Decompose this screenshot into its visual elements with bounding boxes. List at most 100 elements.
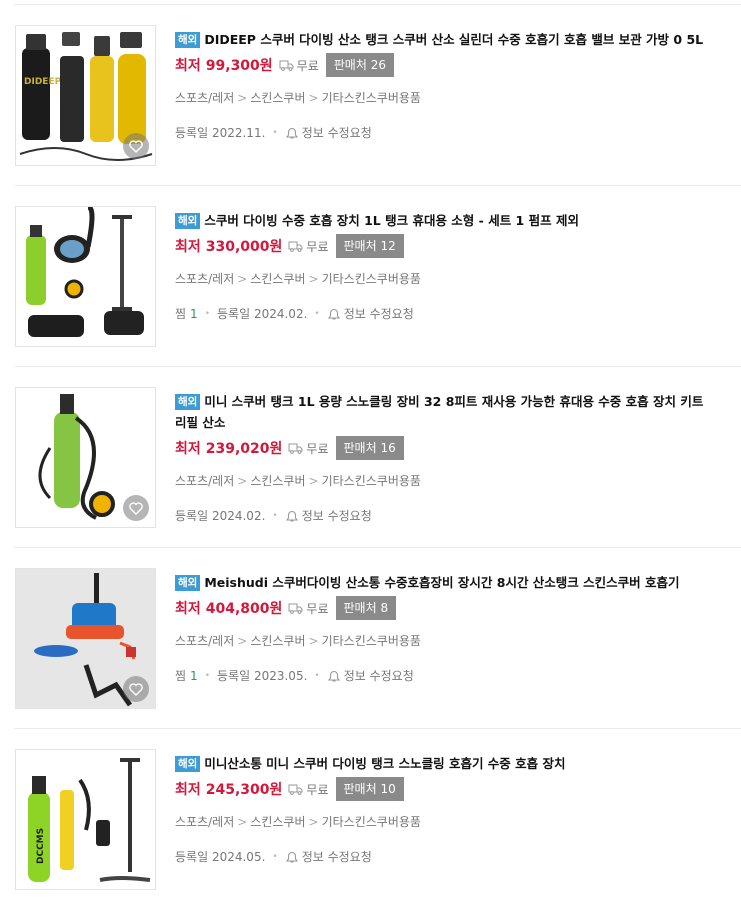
category-link[interactable]: 스포츠/레저 <box>175 634 234 648</box>
product-price[interactable]: 330,000원 <box>206 236 283 256</box>
bell-icon <box>285 127 298 139</box>
product-thumbnail[interactable] <box>15 387 156 528</box>
product-meta: 등록일 2022.11. • 정보 수정요청 <box>175 125 713 141</box>
lowest-price-label: 최저 <box>175 601 201 617</box>
meta-separator: • <box>272 511 278 521</box>
zzim-count: 1 <box>190 669 198 683</box>
category-link[interactable]: 기타스킨스쿠버용품 <box>322 815 421 829</box>
product-image: DCCMS <box>28 758 151 882</box>
info-edit-request[interactable]: 정보 수정요청 <box>285 508 372 524</box>
wishlist-button[interactable] <box>123 133 149 159</box>
category-link[interactable]: 기타스킨스쿠버용품 <box>322 474 421 488</box>
product-title[interactable]: 해외 Meishudi 스쿠버다이빙 산소통 수중호흡장비 장시간 8시간 산소탱… <box>175 572 713 593</box>
product-thumbnail[interactable]: DCCMS <box>15 749 156 890</box>
breadcrumb-separator: > <box>237 91 248 105</box>
price-row: 최저 330,000원 무료 판매처 12 <box>175 234 713 258</box>
info-edit-request[interactable]: 정보 수정요청 <box>285 849 372 865</box>
product-price[interactable]: 404,800원 <box>206 598 283 618</box>
overseas-badge: 해외 <box>175 213 201 229</box>
wishlist-button[interactable] <box>123 495 149 521</box>
registered-label: 등록일 <box>217 307 251 321</box>
breadcrumb-separator: > <box>237 272 248 286</box>
lowest-price-label: 최저 <box>175 58 201 74</box>
product-title[interactable]: 해외 DIDEEP 스쿠버 다이빙 산소 탱크 스쿠버 산소 실린더 수중 호흡기… <box>175 29 713 50</box>
meta-separator: • <box>314 671 320 681</box>
shipping-info: 무료 <box>279 57 319 74</box>
category-link[interactable]: 스포츠/레저 <box>175 815 234 829</box>
seller-count-button[interactable]: 판매처 12 <box>335 234 404 258</box>
truck-icon <box>288 241 303 252</box>
info-edit-request[interactable]: 정보 수정요청 <box>327 668 414 684</box>
breadcrumb-separator: > <box>308 815 319 829</box>
product-meta: 등록일 2024.05. • 정보 수정요청 <box>175 849 713 865</box>
truck-icon <box>279 60 294 71</box>
product-thumbnail[interactable] <box>15 206 156 347</box>
wishlist-button[interactable] <box>123 676 149 702</box>
category-link[interactable]: 스포츠/레저 <box>175 474 234 488</box>
product-price[interactable]: 245,300원 <box>206 779 283 799</box>
registered-date: 2024.02. <box>253 307 308 321</box>
registered-date: 2024.02. <box>211 509 266 523</box>
category-link[interactable]: 스킨스쿠버 <box>250 91 305 105</box>
free-shipping-label: 무료 <box>306 782 329 797</box>
product-title-text[interactable]: 스쿠버 다이빙 수중 호흡 장치 1L 탱크 휴대용 소형 - 세트 1 펌프 … <box>204 213 579 228</box>
product-title[interactable]: 해외 스쿠버 다이빙 수중 호흡 장치 1L 탱크 휴대용 소형 - 세트 1 펌… <box>175 210 713 231</box>
seller-count-button[interactable]: 판매처 8 <box>335 596 397 620</box>
bell-icon <box>285 851 298 863</box>
product-thumbnail[interactable] <box>15 568 156 709</box>
seller-count-button[interactable]: 판매처 10 <box>335 777 404 801</box>
category-link[interactable]: 기타스킨스쿠버용품 <box>322 272 421 286</box>
product-title-text[interactable]: 미니산소통 미니 스쿠버 다이빙 탱크 스노클링 호흡기 수중 호흡 장치 <box>204 756 565 771</box>
zzim-label[interactable]: 찜 <box>175 306 186 322</box>
seller-count-button[interactable]: 판매처 26 <box>325 53 394 77</box>
product-info: 해외 미니산소통 미니 스쿠버 다이빙 탱크 스노클링 호흡기 수중 호흡 장치 … <box>175 753 713 865</box>
category-link[interactable]: 스킨스쿠버 <box>250 815 305 829</box>
category-link[interactable]: 스킨스쿠버 <box>250 474 305 488</box>
category-link[interactable]: 기타스킨스쿠버용품 <box>322 91 421 105</box>
product-title-text[interactable]: Meishudi 스쿠버다이빙 산소통 수중호흡장비 장시간 8시간 산소탱크 … <box>204 575 679 590</box>
info-edit-request[interactable]: 정보 수정요청 <box>327 306 414 322</box>
info-edit-request[interactable]: 정보 수정요청 <box>285 125 372 141</box>
category-link[interactable]: 스포츠/레저 <box>175 91 234 105</box>
category-link[interactable]: 스포츠/레저 <box>175 272 234 286</box>
truck-icon <box>288 603 303 614</box>
product-price[interactable]: 239,020원 <box>206 438 283 458</box>
registered-date: 2022.11. <box>211 126 266 140</box>
price-row: 최저 99,300원 무료 판매처 26 <box>175 53 713 77</box>
product-info: 해외 미니 스쿠버 탱크 1L 용량 스노클링 장비 32 8피트 재사용 가능한… <box>175 391 713 524</box>
info-edit-label: 정보 수정요청 <box>301 850 372 864</box>
bell-icon <box>285 510 298 522</box>
info-edit-label: 정보 수정요청 <box>301 126 372 140</box>
free-shipping-label: 무료 <box>306 239 329 254</box>
category-breadcrumb: 스포츠/레저 > 스킨스쿠버 > 기타스킨스쿠버용품 <box>175 634 713 648</box>
meta-separator: • <box>314 309 320 319</box>
product-thumbnail[interactable]: DIDEEP <box>15 25 156 166</box>
category-link[interactable]: 스킨스쿠버 <box>250 272 305 286</box>
product-info: 해외 Meishudi 스쿠버다이빙 산소통 수중호흡장비 장시간 8시간 산소탱… <box>175 572 713 684</box>
bell-icon <box>327 670 340 682</box>
product-title-text[interactable]: 미니 스쿠버 탱크 1L 용량 스노클링 장비 32 8피트 재사용 가능한 휴… <box>175 394 703 430</box>
seller-count-button[interactable]: 판매처 16 <box>335 436 404 460</box>
product-item: 해외 미니 스쿠버 탱크 1L 용량 스노클링 장비 32 8피트 재사용 가능한… <box>0 367 741 548</box>
breadcrumb-separator: > <box>308 474 319 488</box>
registered-label: 등록일 <box>175 850 209 864</box>
registered-label: 등록일 <box>175 126 209 140</box>
info-edit-label: 정보 수정요청 <box>301 509 372 523</box>
info-edit-label: 정보 수정요청 <box>343 669 414 683</box>
product-meta: 찜1 • 등록일 2024.02. • 정보 수정요청 <box>175 306 713 322</box>
category-breadcrumb: 스포츠/레저 > 스킨스쿠버 > 기타스킨스쿠버용품 <box>175 272 713 286</box>
overseas-badge: 해외 <box>175 756 201 772</box>
product-title[interactable]: 해외 미니 스쿠버 탱크 1L 용량 스노클링 장비 32 8피트 재사용 가능한… <box>175 391 713 433</box>
free-shipping-label: 무료 <box>306 601 329 616</box>
category-link[interactable]: 기타스킨스쿠버용품 <box>322 634 421 648</box>
category-link[interactable]: 스킨스쿠버 <box>250 634 305 648</box>
zzim-label[interactable]: 찜 <box>175 668 186 684</box>
product-info: 해외 DIDEEP 스쿠버 다이빙 산소 탱크 스쿠버 산소 실린더 수중 호흡기… <box>175 29 713 141</box>
product-title-text[interactable]: DIDEEP 스쿠버 다이빙 산소 탱크 스쿠버 산소 실린더 수중 호흡기 호… <box>204 32 703 47</box>
product-price[interactable]: 99,300원 <box>206 55 273 75</box>
product-title[interactable]: 해외 미니산소통 미니 스쿠버 다이빙 탱크 스노클링 호흡기 수중 호흡 장치 <box>175 753 713 774</box>
category-breadcrumb: 스포츠/레저 > 스킨스쿠버 > 기타스킨스쿠버용품 <box>175 815 713 829</box>
lowest-price-label: 최저 <box>175 782 201 798</box>
product-info: 해외 스쿠버 다이빙 수중 호흡 장치 1L 탱크 휴대용 소형 - 세트 1 펌… <box>175 210 713 322</box>
bell-icon <box>327 308 340 320</box>
